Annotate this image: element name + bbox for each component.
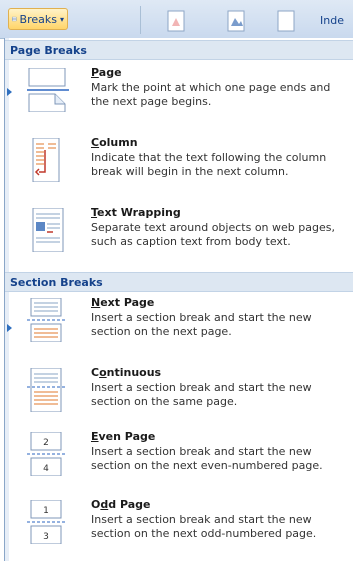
next-page-section-icon — [27, 298, 67, 342]
item-title: Column — [91, 136, 138, 149]
ribbon-separator — [140, 6, 141, 34]
even-page-section-icon: 2 4 — [27, 432, 67, 476]
svg-text:1: 1 — [43, 506, 49, 516]
item-title: Continuous — [91, 366, 162, 379]
menu-item-even-page[interactable]: 2 4 Even Page Insert a section break and… — [5, 430, 353, 502]
page-breaks-header: Page Breaks — [5, 40, 353, 60]
chevron-down-icon: ▾ — [59, 14, 64, 24]
svg-text:4: 4 — [43, 464, 49, 474]
item-description: Insert a section break and start the new… — [91, 513, 317, 540]
item-title: Page — [91, 66, 122, 79]
breaks-menu: Page Breaks Page Mark the point at which… — [4, 38, 353, 561]
page-break-icon — [27, 68, 69, 112]
item-title: Text Wrapping — [91, 206, 181, 219]
breaks-icon — [12, 16, 17, 22]
breaks-button[interactable]: Breaks ▾ — [8, 8, 68, 30]
item-title: Even Page — [91, 430, 156, 443]
svg-text:2: 2 — [43, 438, 49, 448]
menu-item-next-page[interactable]: Next Page Insert a section break and sta… — [5, 296, 353, 368]
item-description: Mark the point at which one page ends an… — [91, 81, 331, 108]
breaks-label: Breaks — [19, 12, 57, 26]
pointer-icon — [7, 324, 12, 332]
item-description: Insert a section break and start the new… — [91, 381, 312, 408]
menu-item-page[interactable]: Page Mark the point at which one page en… — [5, 66, 353, 138]
watermark-icon[interactable] — [166, 10, 186, 32]
page-color-icon[interactable] — [226, 10, 246, 32]
svg-text:3: 3 — [43, 532, 49, 542]
item-title: Odd Page — [91, 498, 151, 511]
indent-label: Inde — [320, 14, 344, 27]
continuous-section-icon — [27, 368, 67, 412]
item-description: Separate text around objects on web page… — [91, 221, 335, 248]
item-title: Next Page — [91, 296, 155, 309]
menu-item-column[interactable]: Column Indicate that the text following … — [5, 136, 353, 208]
ribbon: Breaks ▾ Inde — [0, 0, 353, 39]
item-description: Indicate that the text following the col… — [91, 151, 327, 178]
section-breaks-header: Section Breaks — [5, 272, 353, 292]
item-description: Insert a section break and start the new… — [91, 445, 323, 472]
text-wrapping-break-icon — [32, 208, 64, 252]
pointer-icon — [7, 88, 12, 96]
page-borders-icon[interactable] — [276, 10, 296, 32]
menu-item-continuous[interactable]: Continuous Insert a section break and st… — [5, 366, 353, 438]
item-description: Insert a section break and start the new… — [91, 311, 312, 338]
menu-item-odd-page[interactable]: 1 3 Odd Page Insert a section break and … — [5, 498, 353, 570]
menu-item-text-wrapping[interactable]: Text Wrapping Separate text around objec… — [5, 206, 353, 278]
odd-page-section-icon: 1 3 — [27, 500, 67, 544]
column-break-icon — [32, 138, 60, 182]
